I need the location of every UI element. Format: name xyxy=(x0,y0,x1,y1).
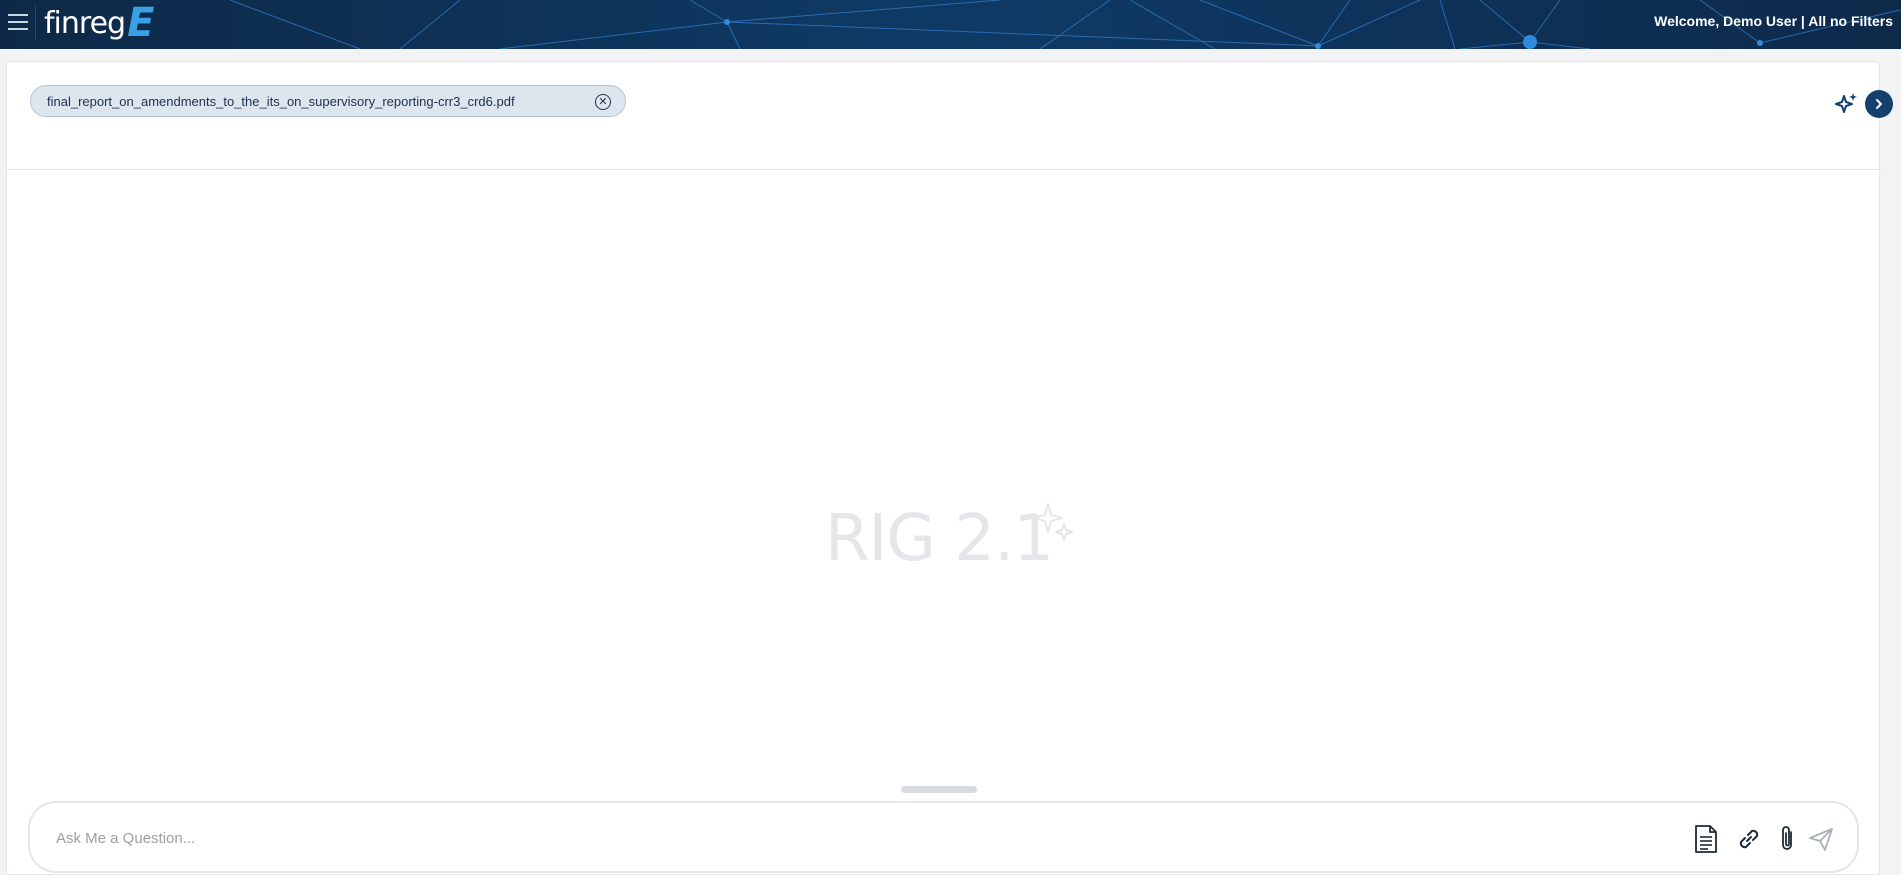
finrege-logo[interactable]: finreg E xyxy=(44,2,154,44)
sparkle-icon xyxy=(1835,93,1857,113)
resize-handle[interactable] xyxy=(901,786,977,793)
expand-panel-button[interactable] xyxy=(1865,90,1893,118)
hamburger-menu-button[interactable] xyxy=(0,4,36,40)
attach-button[interactable] xyxy=(1772,823,1802,855)
send-icon xyxy=(1809,828,1833,851)
question-composer xyxy=(28,801,1859,873)
paperclip-icon xyxy=(1782,826,1792,850)
rig-watermark: RIG 2.1 xyxy=(825,502,1085,592)
link-button[interactable] xyxy=(1734,823,1764,855)
watermark-text: RIG 2.1 xyxy=(825,502,1054,576)
document-icon xyxy=(1695,825,1717,853)
welcome-user-text: Welcome, Demo User | All no Filters xyxy=(1654,13,1893,29)
ai-sparkle-button[interactable] xyxy=(1833,90,1861,118)
link-icon xyxy=(1739,829,1759,849)
chevron-right-icon xyxy=(1876,99,1882,109)
close-circle-icon[interactable]: ✕ xyxy=(595,94,611,110)
logo-text: finreg xyxy=(44,5,126,41)
network-background xyxy=(229,0,1901,49)
header-divider xyxy=(7,169,1881,170)
question-input[interactable] xyxy=(56,823,1656,853)
logo-mark: E xyxy=(127,0,155,46)
chat-panel: final_report_on_amendments_to_the_its_on… xyxy=(6,61,1893,875)
document-filename: final_report_on_amendments_to_the_its_on… xyxy=(47,93,515,109)
hamburger-icon xyxy=(7,14,28,16)
send-button[interactable] xyxy=(1806,823,1836,855)
top-navigation-bar: finreg E Welcome, Demo User | All no Fil… xyxy=(0,0,1901,49)
document-button[interactable] xyxy=(1691,823,1721,855)
sparkle-icon xyxy=(1033,503,1073,541)
selected-document-chip[interactable]: final_report_on_amendments_to_the_its_on… xyxy=(30,85,626,117)
